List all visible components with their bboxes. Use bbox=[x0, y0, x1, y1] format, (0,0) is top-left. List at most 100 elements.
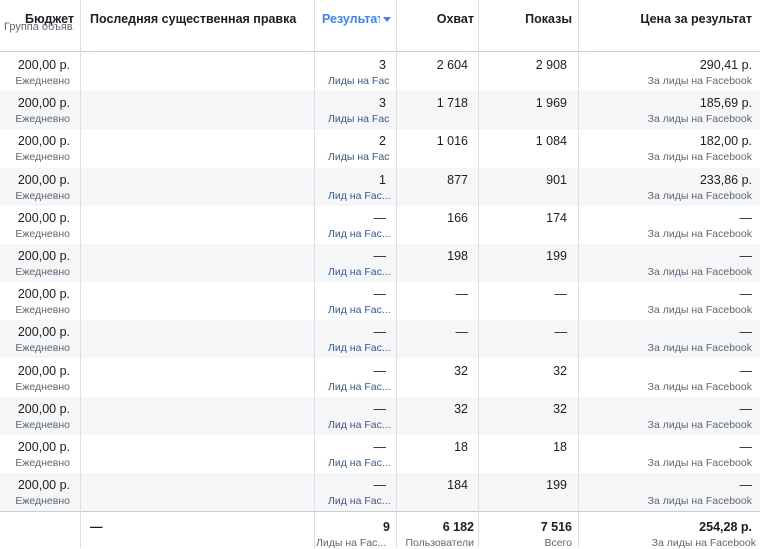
header-last-edit[interactable]: Последняя существенная правка bbox=[90, 12, 310, 26]
ads-table: Бюджет Группа объяв... Последняя существ… bbox=[0, 0, 760, 549]
results-type-link[interactable]: Лид на Fac... bbox=[328, 495, 390, 507]
budget-value: 200,00 р. bbox=[17, 440, 70, 454]
cost-type: За лиды на Facebook bbox=[647, 495, 752, 508]
reach-value: 32 bbox=[454, 363, 468, 378]
table-row[interactable]: 200,00 р. Ежедневно — Лид на Fac... — — — За ли… bbox=[0, 320, 760, 359]
results-type-link[interactable]: Лид на Fac... bbox=[328, 266, 390, 278]
totals-results: 9 bbox=[383, 520, 390, 534]
table-row[interactable]: 200,00 р. Ежедневно — Лид на Fac... 32 32 — За … bbox=[0, 359, 760, 397]
cost-value: 182,00 р. bbox=[699, 134, 752, 149]
impressions-value: — bbox=[554, 287, 568, 302]
table-row[interactable]: 200,00 р. Ежедневно — Лид на Fac... 198 199 — З… bbox=[0, 244, 760, 282]
budget-schedule: Ежедневно bbox=[15, 495, 70, 508]
cost-type: За лиды на Facebook bbox=[647, 342, 752, 355]
table-row[interactable]: 200,00 р. Ежедневно 1 Лид на Fac... 877 901 23… bbox=[0, 167, 760, 206]
budget-schedule: Ежедневно bbox=[15, 304, 70, 317]
results-value: — bbox=[373, 478, 387, 493]
cost-type: За лиды на Facebook bbox=[647, 418, 752, 431]
results-type-link[interactable]: Лид на Fac... bbox=[328, 190, 390, 202]
budget-schedule: Ежедневно bbox=[15, 189, 70, 202]
table-row[interactable]: 200,00 р. Ежедневно — Лид на Fac... — — — За ли… bbox=[0, 282, 760, 320]
table-row[interactable]: 200,00 р. Ежедневно 2 Лиды на Fac... 1 016 1 … bbox=[0, 129, 760, 167]
results-value: — bbox=[373, 287, 387, 302]
results-value: — bbox=[373, 401, 387, 416]
budget-value: 200,00 р. bbox=[17, 210, 70, 225]
reach-value: — bbox=[455, 287, 469, 302]
table-row[interactable]: 200,00 р. Ежедневно — Лид на Fac... 32 32 — За … bbox=[0, 396, 760, 435]
impressions-value: 32 bbox=[553, 401, 567, 416]
budget-schedule: Ежедневно bbox=[15, 266, 70, 278]
table-row[interactable]: 200,00 р. Ежедневно 3 Лиды на Fac... 2 604 2 … bbox=[0, 53, 760, 91]
budget-schedule: Ежедневно bbox=[15, 151, 70, 164]
cost-type: За лиды на Facebook bbox=[647, 189, 752, 202]
cost-type: За лиды на Facebook bbox=[647, 380, 752, 393]
results-type-link[interactable]: Лиды на Fac... bbox=[328, 75, 390, 87]
impressions-value: 1 084 bbox=[535, 134, 567, 149]
reach-value: 1 016 bbox=[436, 134, 468, 149]
budget-schedule: Ежедневно bbox=[15, 342, 70, 355]
cost-value: — bbox=[739, 363, 753, 378]
results-type-link[interactable]: Лиды на Fac... bbox=[328, 113, 390, 125]
budget-value: 200,00 р. bbox=[17, 249, 70, 263]
table-totals-row: — 9 Лиды на Fac... 6 182 Пользователи 7 … bbox=[0, 511, 760, 549]
budget-schedule: Ежедневно bbox=[15, 227, 70, 240]
cost-value: 290,41 р. bbox=[699, 58, 752, 72]
cost-type: За лиды на Facebook bbox=[647, 113, 752, 126]
budget-schedule: Ежедневно bbox=[15, 380, 70, 393]
results-type-link[interactable]: Лид на Fac... bbox=[328, 457, 390, 469]
results-value: 2 bbox=[379, 134, 386, 149]
cost-type: За лиды на Facebook bbox=[647, 457, 752, 469]
cost-value: — bbox=[739, 440, 753, 454]
header-cost-per-result[interactable]: Цена за результат bbox=[582, 12, 752, 26]
totals-impressions-sub: Всего bbox=[544, 537, 572, 549]
budget-value: 200,00 р. bbox=[17, 363, 70, 378]
totals-results-sub: Лиды на Fac... bbox=[316, 537, 386, 549]
header-reach[interactable]: Охват bbox=[400, 12, 474, 26]
header-results[interactable]: Результаты bbox=[322, 12, 392, 26]
reach-value: 166 bbox=[447, 210, 468, 225]
budget-value: 200,00 р. bbox=[17, 401, 70, 416]
totals-impressions: 7 516 bbox=[540, 520, 572, 534]
impressions-value: 199 bbox=[546, 478, 567, 493]
reach-value: 198 bbox=[447, 249, 468, 263]
budget-value: 200,00 р. bbox=[17, 325, 70, 340]
cost-value: — bbox=[739, 249, 753, 263]
column-divider bbox=[578, 0, 579, 548]
results-type-link[interactable]: Лид на Fac... bbox=[328, 381, 390, 393]
table-row[interactable]: 200,00 р. Ежедневно — Лид на Fac... 184 199 — З… bbox=[0, 473, 760, 512]
budget-value: 200,00 р. bbox=[17, 172, 70, 187]
results-value: 1 bbox=[379, 172, 386, 187]
budget-value: 200,00 р. bbox=[17, 58, 70, 72]
results-type-link[interactable]: Лид на Fac... bbox=[328, 228, 390, 240]
cost-type: За лиды на Facebook bbox=[647, 266, 752, 278]
impressions-value: 2 908 bbox=[535, 58, 567, 72]
cost-type: За лиды на Facebook bbox=[647, 151, 752, 164]
results-value: 3 bbox=[379, 96, 386, 111]
table-row[interactable]: 200,00 р. Ежедневно — Лид на Fac... 166 174 — З… bbox=[0, 206, 760, 244]
cost-value: — bbox=[739, 478, 753, 493]
table-row[interactable]: 200,00 р. Ежедневно — Лид на Fac... 18 18 — За … bbox=[0, 435, 760, 473]
impressions-value: 901 bbox=[546, 172, 567, 187]
table-row[interactable]: 200,00 р. Ежедневно 3 Лиды на Fac... 1 718 1 … bbox=[0, 91, 760, 130]
results-type-link[interactable]: Лид на Fac... bbox=[328, 419, 390, 431]
column-divider bbox=[478, 0, 479, 548]
reach-value: 1 718 bbox=[436, 96, 468, 111]
budget-schedule: Ежедневно bbox=[15, 457, 70, 469]
budget-schedule: Ежедневно bbox=[15, 418, 70, 431]
results-type-link[interactable]: Лид на Fac... bbox=[328, 342, 390, 354]
cost-type: За лиды на Facebook bbox=[647, 75, 752, 87]
budget-schedule: Ежедневно bbox=[15, 113, 70, 126]
reach-value: 184 bbox=[447, 478, 468, 493]
header-budget-sub: Группа объяв... bbox=[4, 21, 74, 33]
cost-value: — bbox=[739, 210, 753, 225]
cost-value: 233,86 р. bbox=[699, 172, 752, 187]
column-divider bbox=[396, 0, 397, 548]
budget-value: 200,00 р. bbox=[17, 287, 70, 302]
results-type-link[interactable]: Лид на Fac... bbox=[328, 304, 390, 316]
cost-value: 185,69 р. bbox=[699, 96, 752, 111]
reach-value: 32 bbox=[454, 401, 468, 416]
header-impressions[interactable]: Показы bbox=[482, 12, 572, 26]
results-type-link[interactable]: Лиды на Fac... bbox=[328, 151, 390, 163]
reach-value: 18 bbox=[454, 440, 468, 454]
column-divider bbox=[314, 0, 315, 548]
